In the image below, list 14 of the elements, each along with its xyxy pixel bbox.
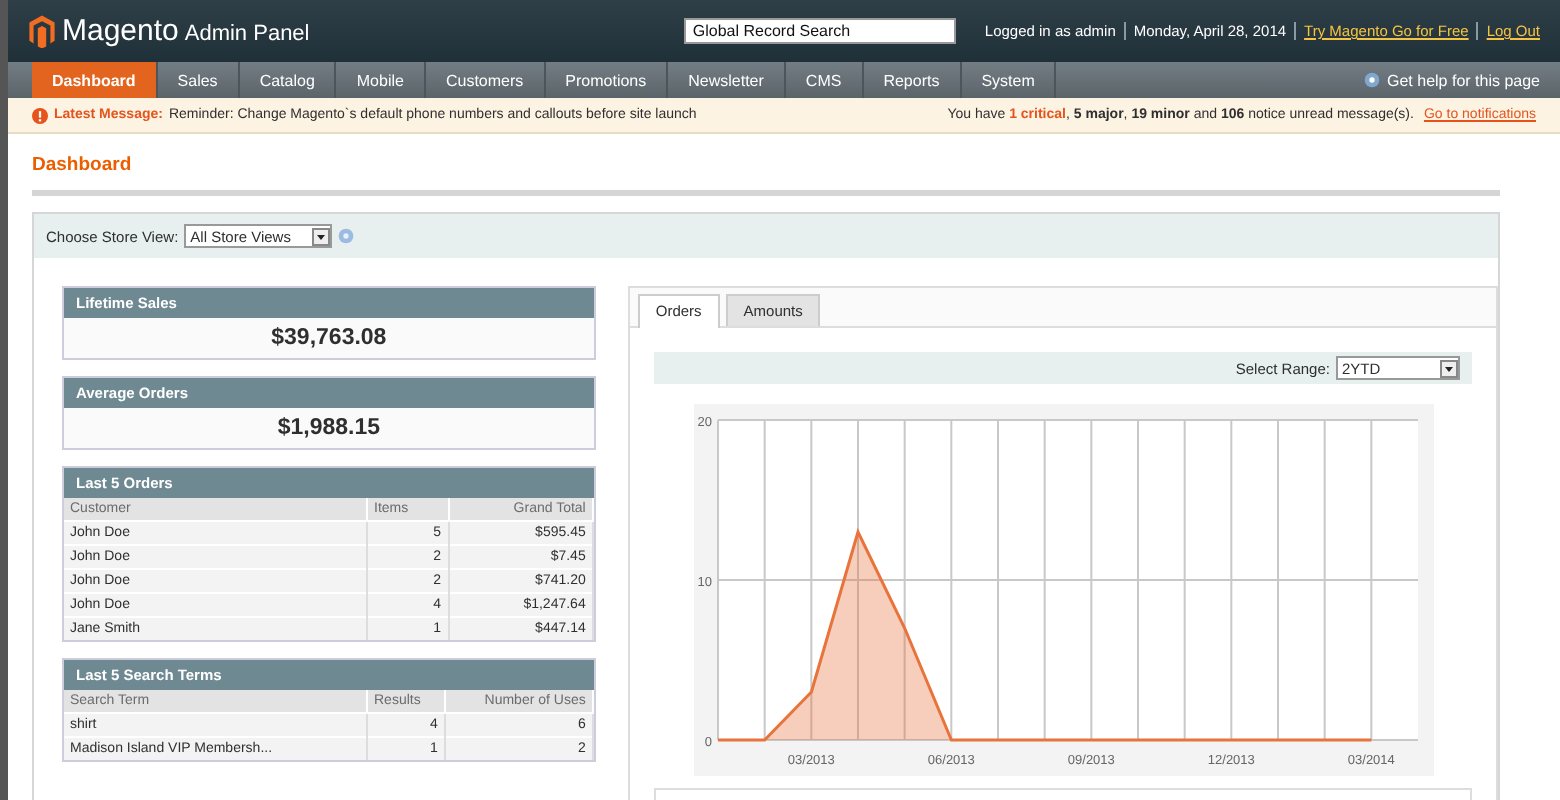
- nav-tab[interactable]: Dashboard: [32, 62, 158, 98]
- stat-value: $1,988.15: [275, 414, 383, 444]
- help-link[interactable]: Get help for this page: [1387, 71, 1540, 89]
- help-icon: [1363, 72, 1379, 88]
- logo-icon: [28, 14, 56, 48]
- help-icon: [338, 228, 355, 244]
- dropdown-caret-icon: [1440, 359, 1458, 377]
- logo-text: Magento: [62, 14, 179, 48]
- stat-value: $39,763.08: [269, 324, 389, 354]
- global-search-field[interactable]: Global Record Search: [684, 18, 957, 44]
- logo-subtitle: Admin Panel: [184, 22, 310, 46]
- dropdown-caret-icon: [312, 227, 331, 245]
- page-title: Dashboard: [32, 154, 134, 176]
- alert-icon: [32, 107, 48, 123]
